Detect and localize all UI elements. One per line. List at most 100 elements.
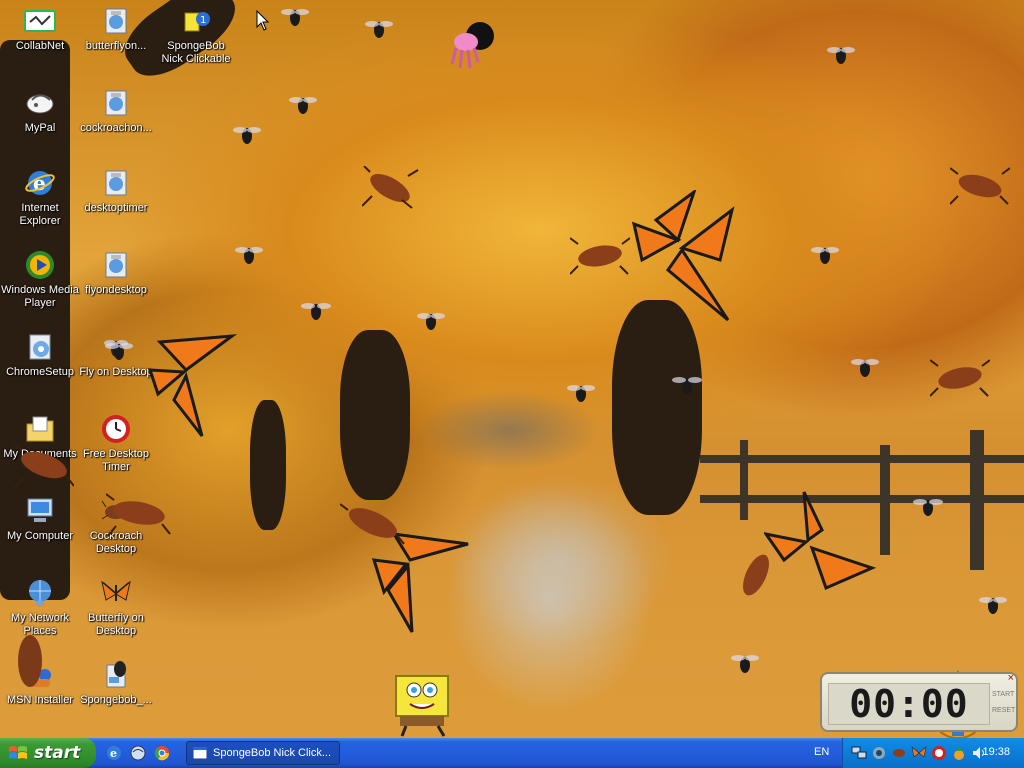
timer-display: 00:00: [828, 683, 990, 725]
cockroach-sprite: [106, 493, 171, 536]
svg-text:e: e: [110, 747, 117, 760]
svg-text:e: e: [33, 171, 46, 195]
chrome-setup-icon: [23, 330, 57, 364]
icon-label: SpongeBob Nick Clickable: [161, 40, 231, 65]
desktop-icon-free-desktop-timer[interactable]: Free Desktop Timer: [76, 412, 156, 474]
desktop-icon-my-computer[interactable]: My Computer: [0, 494, 80, 543]
collabnet-icon: [23, 4, 57, 38]
svg-text:1: 1: [200, 15, 206, 26]
butterfly-tray-icon[interactable]: [911, 745, 927, 761]
timer-tray-icon[interactable]: [931, 745, 947, 761]
jellyfish-sprite: [450, 22, 494, 69]
fly-sprite: [105, 343, 133, 360]
desktop-icon-collabnet[interactable]: CollabNet: [0, 4, 80, 53]
desktop-icon-mypal[interactable]: MyPal: [0, 86, 80, 135]
fly-sprite: [567, 385, 595, 402]
desktop-icon-butterflyon[interactable]: butterflyon...: [76, 4, 156, 53]
fly-sprite: [913, 499, 943, 516]
taskbar-clock[interactable]: 19:38: [982, 746, 1010, 758]
icon-label: butterflyon...: [85, 40, 147, 52]
butterfly-sprite: [764, 491, 876, 591]
timer-icon: [99, 412, 133, 446]
icon-label: cockroachon...: [80, 122, 152, 134]
start-label: start: [34, 743, 81, 763]
cockroach-sprite: [950, 167, 1010, 205]
pineapple-tray-icon[interactable]: [951, 745, 967, 761]
butterfly-sprite: [631, 190, 735, 322]
desktop-icon-internet-explorer[interactable]: e Internet Explorer: [0, 166, 80, 228]
flyondesktop-tray-icon[interactable]: [871, 745, 887, 761]
icon-label: Spongebob_...: [80, 694, 152, 706]
fence-post: [740, 440, 748, 520]
my-computer-icon: [23, 494, 57, 528]
tree-trunk-right: [612, 300, 702, 515]
timer-start-button[interactable]: START: [992, 688, 1014, 702]
mypal-icon[interactable]: [128, 743, 148, 763]
mouse-cursor: [256, 10, 270, 31]
cockroach-sprite: [14, 443, 74, 489]
window-icon: [193, 747, 207, 759]
windows-media-player-icon: [23, 248, 57, 282]
butterfly-sprite: [147, 334, 238, 437]
desktop-icon-flyondesktop[interactable]: flyondesktop: [76, 248, 156, 297]
fly-sprite: [289, 97, 317, 114]
fly-sprite: [979, 597, 1007, 614]
fly-sprite: [672, 377, 702, 394]
setup-icon: [99, 4, 133, 38]
cockroach-sprite: [18, 635, 42, 687]
icon-label: MSN Installer: [6, 694, 74, 706]
icon-label: CollabNet: [15, 40, 65, 52]
desktop-wallpaper[interactable]: CollabNet MyPal e Internet Explorer Windo…: [0, 0, 1024, 738]
icon-label: Free Desktop Timer: [82, 448, 150, 473]
network-icon[interactable]: [851, 745, 867, 761]
fly-sprite: [365, 21, 393, 38]
fly-sprite: [301, 303, 331, 320]
butterfly-sprite: [101, 580, 131, 601]
icon-label: flyondesktop: [85, 284, 147, 296]
start-button[interactable]: start: [0, 738, 96, 768]
desktop-timer-widget[interactable]: 00:00 START RESET ×: [820, 672, 1018, 732]
desktop-icon-my-network-places[interactable]: My Network Places: [0, 576, 80, 638]
desktop-icon-spongebob-nick-clickable[interactable]: 1 SpongeBob Nick Clickable: [156, 4, 236, 66]
taskbar-item-spongebob[interactable]: SpongeBob Nick Click...: [186, 741, 340, 765]
setup-icon: [99, 86, 133, 120]
cockroach-sprite: [743, 554, 769, 596]
spongebob-installer-icon: [99, 658, 133, 692]
taskbar: start e SpongeBob Nick Click... EN 19:38: [0, 738, 1024, 768]
fence-post: [880, 445, 890, 555]
timer-close-button[interactable]: ×: [1008, 672, 1014, 684]
internet-explorer-icon[interactable]: e: [104, 743, 124, 763]
desktop-icon-desktoptimer[interactable]: desktoptimer: [76, 166, 156, 215]
setup-icon: [99, 166, 133, 200]
tree-trunk-center: [340, 330, 410, 500]
spongebob-icon: 1: [179, 4, 213, 38]
fly-sprite: [827, 47, 855, 64]
mypal-icon: [23, 86, 57, 120]
setup-icon: [99, 248, 133, 282]
icon-label: Internet Explorer: [19, 202, 61, 227]
my-network-places-icon: [23, 576, 57, 610]
fence-post: [970, 430, 984, 570]
icon-label: desktoptimer: [84, 202, 148, 214]
spongebob-character[interactable]: [388, 674, 460, 738]
system-tray: 19:38: [842, 738, 1024, 768]
language-indicator[interactable]: EN: [814, 746, 829, 758]
desktop-icon-spongebob-installer[interactable]: Spongebob_...: [76, 658, 156, 707]
chrome-icon[interactable]: [152, 743, 172, 763]
fly-sprite: [233, 127, 261, 144]
desktop-icon-cockroachon[interactable]: cockroachon...: [76, 86, 156, 135]
icon-label: Windows Media Player: [1, 284, 79, 309]
cockroach-sprite: [362, 166, 419, 209]
desktop-icon-chromesetup[interactable]: ChromeSetup: [0, 330, 80, 379]
taskbar-item-label: SpongeBob Nick Click...: [213, 747, 331, 759]
fly-sprite: [811, 247, 839, 264]
cockroach-sprite: [570, 237, 630, 275]
icon-label: Butterfly on Desktop: [88, 612, 144, 637]
fly-sprite: [731, 655, 759, 673]
timer-reset-button[interactable]: RESET: [992, 704, 1015, 718]
tree-trunk-mid: [250, 400, 286, 530]
icon-label: MyPal: [24, 122, 56, 134]
cockroach-tray-icon[interactable]: [891, 745, 907, 761]
desktop-icon-windows-media-player[interactable]: Windows Media Player: [0, 248, 80, 310]
fly-sprite: [851, 359, 879, 377]
